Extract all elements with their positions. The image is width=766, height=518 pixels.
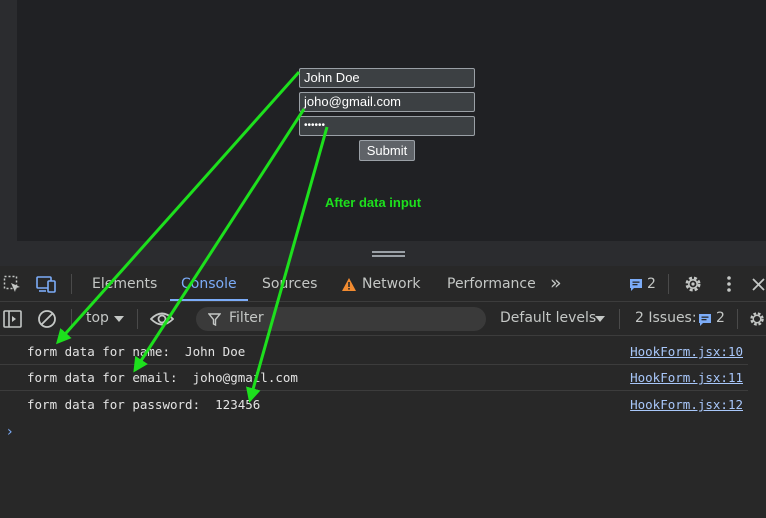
- more-tabs-chevron-icon[interactable]: »: [550, 272, 562, 294]
- email-input[interactable]: joho@gmail.com: [299, 92, 475, 112]
- messages-icon[interactable]: [629, 278, 643, 292]
- console-prompt-icon[interactable]: ›: [7, 424, 13, 440]
- toolbar-divider: [71, 309, 72, 329]
- toolbar-divider: [619, 309, 620, 329]
- toolbar-divider: [71, 274, 72, 294]
- context-dropdown-caret-icon[interactable]: [114, 315, 124, 323]
- console-row: form data for password: 123456 HookForm.…: [0, 392, 748, 418]
- annotation-label: After data input: [325, 195, 422, 210]
- toolbar-divider: [137, 309, 138, 329]
- issues-label[interactable]: 2 Issues:: [635, 310, 697, 326]
- clear-console-icon[interactable]: [37, 309, 57, 329]
- console-row: form data for name: John Doe HookForm.js…: [0, 339, 748, 365]
- console-message: form data for name: John Doe: [27, 344, 246, 359]
- inspect-element-icon[interactable]: [3, 275, 22, 294]
- console-source-link[interactable]: HookForm.jsx:11: [630, 370, 743, 385]
- password-input[interactable]: ••••••: [299, 116, 475, 136]
- filter-funnel-icon: [208, 313, 221, 326]
- sidebar-toggle-icon[interactable]: [3, 310, 22, 328]
- tab-console[interactable]: Console: [181, 276, 237, 292]
- console-message: form data for password: 123456: [27, 397, 261, 412]
- live-expression-eye-icon[interactable]: [150, 311, 174, 327]
- devtools-tab-bar: Elements Console Sources Network Perform…: [0, 266, 766, 302]
- drawer-resize-handle[interactable]: [372, 251, 405, 257]
- tab-network[interactable]: Network: [362, 276, 420, 292]
- console-row: form data for email: joho@gmail.com Hook…: [0, 365, 748, 391]
- console-toolbar: top Filter Default levels 2 Issues: 2: [0, 302, 766, 336]
- levels-dropdown-caret-icon[interactable]: [595, 315, 605, 323]
- console-source-link[interactable]: HookForm.jsx:12: [630, 397, 743, 412]
- issues-icon[interactable]: [698, 313, 712, 327]
- console-source-link[interactable]: HookForm.jsx:10: [630, 344, 743, 359]
- filter-placeholder: Filter: [229, 310, 264, 326]
- log-levels-dropdown[interactable]: Default levels: [500, 310, 596, 326]
- submit-button[interactable]: Submit: [359, 140, 415, 161]
- toolbar-divider: [668, 274, 669, 294]
- active-tab-indicator: [170, 299, 248, 301]
- tab-performance[interactable]: Performance: [447, 276, 536, 292]
- name-input[interactable]: John Doe: [299, 68, 475, 88]
- messages-count[interactable]: 2: [647, 276, 656, 292]
- console-message: form data for email: joho@gmail.com: [27, 370, 298, 385]
- console-settings-gear-icon[interactable]: [748, 309, 766, 329]
- filter-input[interactable]: Filter: [196, 307, 486, 331]
- toolbar-divider: [737, 309, 738, 329]
- device-toolbar-icon[interactable]: [36, 275, 58, 294]
- tab-elements[interactable]: Elements: [92, 276, 157, 292]
- context-selector[interactable]: top: [86, 310, 109, 326]
- tab-sources[interactable]: Sources: [262, 276, 317, 292]
- issues-count[interactable]: 2: [716, 310, 725, 326]
- kebab-menu-icon[interactable]: [725, 275, 733, 293]
- close-icon[interactable]: [751, 277, 766, 292]
- warning-icon: [342, 278, 356, 291]
- page-side-gutter: [0, 0, 17, 266]
- gear-icon[interactable]: [683, 274, 703, 294]
